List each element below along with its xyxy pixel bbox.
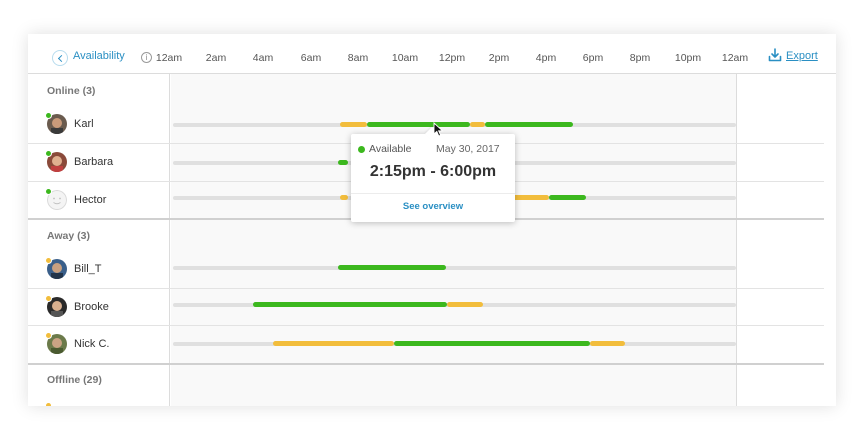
available-segment[interactable] xyxy=(337,160,349,165)
mouse-cursor-icon xyxy=(433,122,444,137)
available-segment[interactable] xyxy=(337,265,447,270)
available-status-dot xyxy=(358,146,365,153)
tooltip-date: May 30, 2017 xyxy=(436,143,500,155)
tooltip-status: Available xyxy=(369,143,412,155)
away-status-dot xyxy=(45,295,52,302)
hour-label: 10pm xyxy=(674,52,702,64)
away-segment[interactable] xyxy=(589,341,626,346)
page-title: Availability xyxy=(73,50,125,62)
away-segment[interactable] xyxy=(339,122,368,127)
hour-label: 6pm xyxy=(582,52,604,64)
group-label-online: Online (3) xyxy=(47,85,96,97)
online-status-dot xyxy=(45,150,52,157)
user-name: Nick C. xyxy=(74,338,110,350)
timeline-header: Availability i 12am 2am 4am 6am 8am 10am… xyxy=(28,34,836,74)
tooltip-time-range: 2:15pm - 6:00pm xyxy=(369,163,497,180)
user-name: Brooke xyxy=(74,301,109,313)
available-segment[interactable] xyxy=(548,195,587,200)
hour-label: 4pm xyxy=(535,52,557,64)
availability-track[interactable] xyxy=(173,266,736,270)
available-segment[interactable] xyxy=(367,122,470,127)
user-name: Bill_T xyxy=(74,263,102,275)
row-divider xyxy=(28,325,824,326)
availability-tooltip: Available May 30, 2017 2:15pm - 6:00pm S… xyxy=(351,134,515,222)
hour-label: 8pm xyxy=(629,52,651,64)
hour-label: 12am xyxy=(721,52,749,64)
row-divider xyxy=(28,288,824,289)
hour-label: 12am xyxy=(155,52,183,64)
online-status-dot xyxy=(45,112,52,119)
group-label-away: Away (3) xyxy=(47,230,90,242)
online-status-dot xyxy=(45,188,52,195)
available-segment[interactable] xyxy=(485,122,574,127)
away-status-dot xyxy=(45,257,52,264)
away-status-dot xyxy=(45,402,52,406)
available-segment[interactable] xyxy=(394,341,590,346)
hour-label: 6am xyxy=(300,52,322,64)
export-icon[interactable] xyxy=(768,48,782,62)
available-segment[interactable] xyxy=(252,302,448,307)
hour-label: 2am xyxy=(205,52,227,64)
away-segment[interactable] xyxy=(469,122,486,127)
user-name: Barbara xyxy=(74,156,114,168)
away-segment[interactable] xyxy=(272,341,395,346)
away-segment[interactable] xyxy=(339,195,349,200)
export-button[interactable]: Export xyxy=(786,50,818,62)
hour-label: 10am xyxy=(391,52,419,64)
timeline-right-margin xyxy=(736,74,836,406)
hour-label: 8am xyxy=(347,52,369,64)
away-status-dot xyxy=(45,332,52,339)
user-name: Hector xyxy=(74,194,107,206)
see-overview-link[interactable]: See overview xyxy=(351,201,515,212)
back-chevron-icon[interactable] xyxy=(52,50,68,66)
info-icon[interactable]: i xyxy=(141,52,152,63)
group-divider xyxy=(28,363,824,365)
user-name: Karl xyxy=(74,118,94,130)
hour-label: 12pm xyxy=(438,52,466,64)
hour-label: 4am xyxy=(252,52,274,64)
availability-card: Availability i 12am 2am 4am 6am 8am 10am… xyxy=(28,34,836,406)
tooltip-divider xyxy=(351,193,515,194)
group-label-offline: Offline (29) xyxy=(47,374,102,386)
away-segment[interactable] xyxy=(447,302,483,307)
hour-label: 2pm xyxy=(488,52,510,64)
